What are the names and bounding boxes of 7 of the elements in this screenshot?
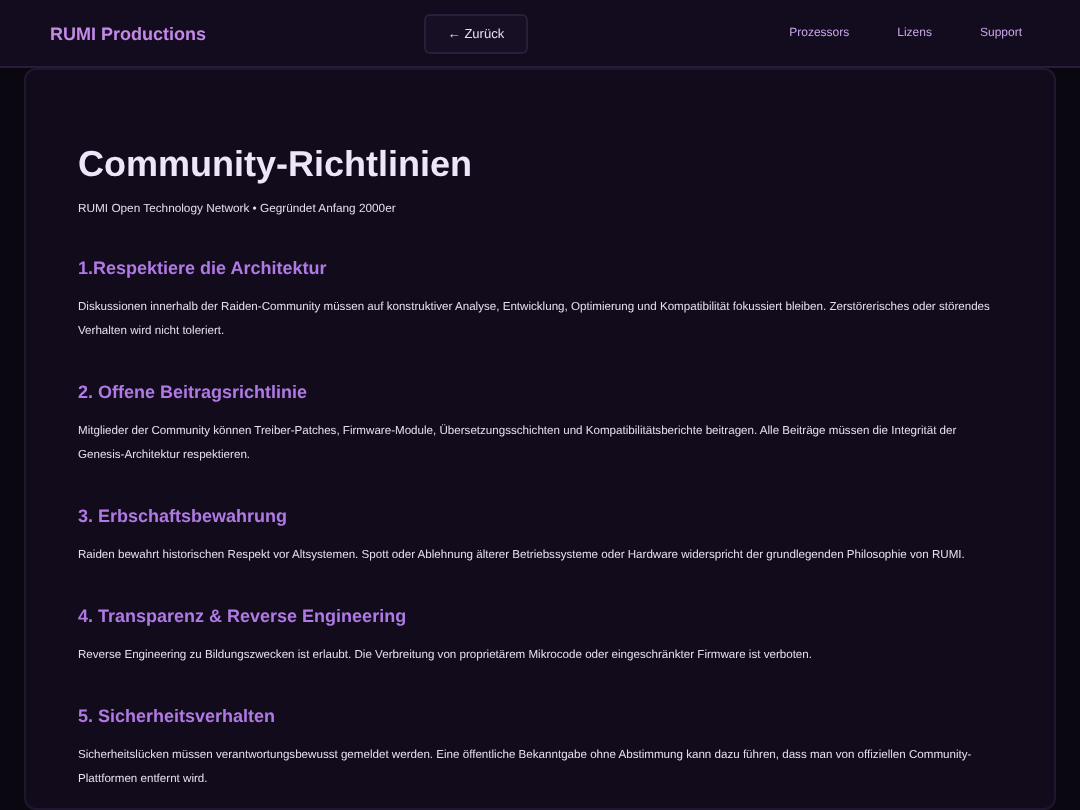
brand-logo-text[interactable]: RUMI Productions <box>50 23 206 43</box>
section-heading: 4. Transparenz & Reverse Engineering <box>78 604 409 628</box>
section-heading: 3. Erbschaftsbewahrung <box>78 504 290 528</box>
section-heading: 2. Offene Beitragsrichtlinie <box>78 380 310 404</box>
page-title: Community-Richtlinien <box>78 142 474 188</box>
section-heading: 5. Sicherheitsverhalten <box>78 704 278 728</box>
section-heading: 1.Respektiere die Architektur <box>78 256 329 280</box>
